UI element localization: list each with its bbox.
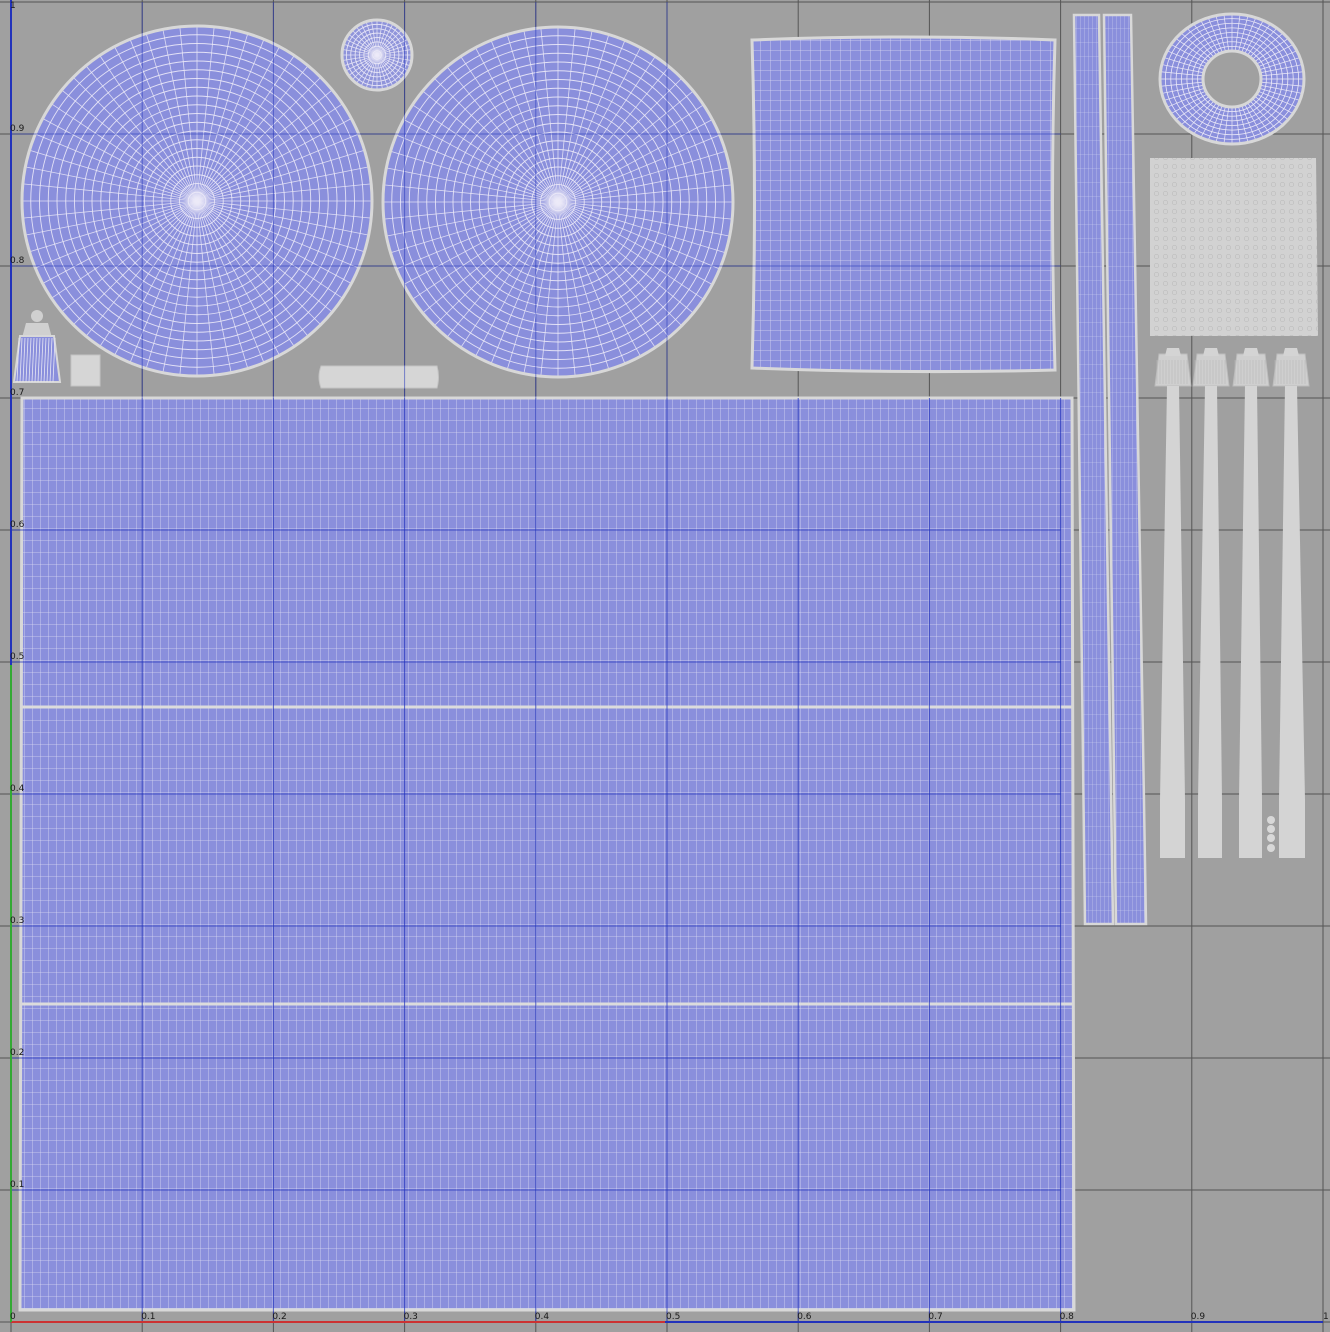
bead [1267, 816, 1275, 824]
v-tick-label: 0.9 [10, 124, 25, 134]
uv-shell-square-panel[interactable] [750, 35, 1057, 374]
ring-border-inner [1201, 49, 1263, 109]
v-tick-label: 0.4 [10, 784, 25, 794]
disc-left-wire [22, 26, 372, 376]
u-tick-label: 0.4 [535, 1312, 550, 1322]
v-tick-label: 0.7 [10, 388, 24, 398]
v-tick-label: 0.2 [10, 1048, 24, 1058]
origin-label: 0 [10, 1312, 16, 1322]
uv-shell-tassel-legs[interactable] [1154, 348, 1310, 858]
uv-shell-small-square[interactable] [70, 354, 101, 387]
tassel-leg-body [1198, 386, 1222, 858]
v-tick-label: 0.8 [10, 256, 25, 266]
tassel-leg-cap [1203, 348, 1219, 356]
uv-canvas[interactable]: 0 1 1 0.1 0.2 0.3 0.4 0.5 0.6 0.7 0.8 0.9 0.9 0.8 0… [0, 0, 1330, 1332]
u-edge-label: 1 [1323, 1312, 1329, 1322]
small-square-body [70, 354, 101, 387]
bead [1267, 834, 1275, 842]
tassel-leg-cap [1243, 348, 1259, 356]
uv-shell-cloth-top[interactable] [18, 396, 1076, 1312]
u-tick-label: 0.1 [141, 1312, 155, 1322]
v-tick-label: 0.6 [10, 520, 25, 530]
v-tick-label: 0.5 [10, 652, 24, 662]
uv-shell-tassel-left[interactable] [12, 310, 62, 383]
u-tick-label: 0.3 [404, 1312, 418, 1322]
tassel-leg-head [1154, 353, 1192, 387]
v-edge-label: 1 [10, 1, 16, 11]
u-tick-label: 0.7 [928, 1312, 942, 1322]
uv-shell-small-disc[interactable] [340, 18, 414, 92]
bead [1267, 825, 1275, 833]
u-tick-label: 0.9 [1191, 1312, 1206, 1322]
u-tick-label: 0.2 [272, 1312, 286, 1322]
cloth-top-wire [20, 398, 1074, 1310]
uv-shell-ring[interactable] [1158, 12, 1306, 146]
bead [1267, 844, 1275, 852]
v-tick-label: 0.1 [10, 1180, 24, 1190]
uv-shell-bead-column[interactable] [1267, 816, 1275, 852]
tassel-leg-head [1232, 353, 1270, 387]
u-tick-label: 0.6 [797, 1312, 812, 1322]
tassel-legs-group [1154, 348, 1310, 858]
tassel-leg-cap [1165, 348, 1181, 356]
disc-right-wire [383, 27, 733, 377]
tassel-left-knob [31, 310, 43, 322]
tassel-leg-head [1272, 353, 1310, 387]
u-tick-label: 0.8 [1060, 1312, 1075, 1322]
u-tick-label: 0.5 [666, 1312, 680, 1322]
tassel-leg-head [1192, 353, 1230, 387]
tassel-leg-cap [1283, 348, 1299, 356]
uv-shell-bar[interactable] [318, 365, 439, 389]
uv-editor-viewport[interactable]: 0 1 1 0.1 0.2 0.3 0.4 0.5 0.6 0.7 0.8 0.9 0.9 0.8 0… [0, 0, 1330, 1332]
tassel-leg-body [1160, 386, 1185, 858]
square-panel-wire [752, 37, 1055, 372]
uv-shell-disc-left[interactable] [20, 24, 374, 378]
tassel-leg-body [1239, 386, 1262, 858]
v-tick-label: 0.3 [10, 916, 24, 926]
fringe-block-dots [1150, 158, 1318, 336]
tassel-leg-body [1279, 386, 1305, 858]
bar-body [318, 365, 439, 389]
uv-shell-fringe-block[interactable] [1150, 158, 1318, 336]
uv-shell-disc-right[interactable] [381, 25, 735, 379]
